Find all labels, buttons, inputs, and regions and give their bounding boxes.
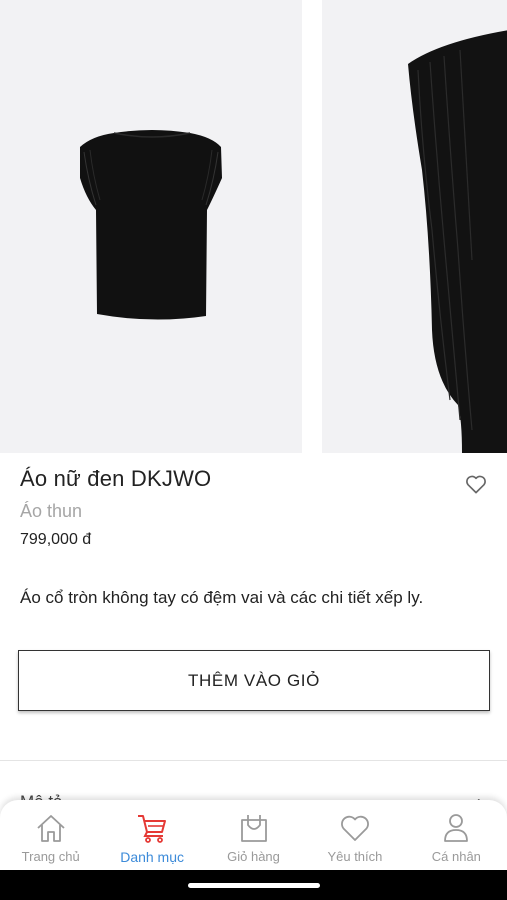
product-image-gallery[interactable] bbox=[0, 0, 507, 453]
product-photo-front[interactable] bbox=[0, 0, 302, 453]
product-price: 799,000 đ bbox=[20, 531, 92, 548]
tab-favorites[interactable]: Yêu thích bbox=[304, 800, 405, 870]
section-divider bbox=[0, 760, 507, 761]
product-title: Áo nữ đen DKJWO bbox=[20, 466, 212, 491]
favorite-button[interactable] bbox=[463, 472, 489, 496]
shopping-bag-icon bbox=[240, 815, 267, 842]
product-category: Áo thun bbox=[20, 501, 83, 521]
black-top-closeup-image bbox=[408, 30, 507, 453]
product-description: Áo cổ tròn không tay có đệm vai và các c… bbox=[20, 588, 424, 607]
cart-icon bbox=[138, 815, 167, 843]
user-icon bbox=[444, 814, 469, 842]
add-to-cart-button[interactable]: THÊM VÀO GIỎ bbox=[18, 650, 490, 711]
bottom-tab-bar: Trang chủ Danh mục Giỏ hàng Yêu thích Cá… bbox=[0, 800, 507, 870]
tab-profile[interactable]: Cá nhân bbox=[406, 800, 507, 870]
black-top-front-image bbox=[80, 130, 222, 320]
heart-icon bbox=[341, 815, 369, 841]
tab-home[interactable]: Trang chủ bbox=[0, 800, 101, 870]
tab-label-home: Trang chủ bbox=[21, 849, 80, 864]
tab-categories[interactable]: Danh mục bbox=[101, 800, 202, 870]
heart-outline-icon bbox=[466, 475, 486, 494]
tab-label-favorites: Yêu thích bbox=[327, 849, 383, 864]
system-home-bar bbox=[0, 870, 507, 900]
product-photo-detail[interactable] bbox=[322, 0, 507, 453]
home-icon bbox=[37, 815, 65, 842]
tab-label-profile: Cá nhân bbox=[431, 849, 481, 864]
tab-cart[interactable]: Giỏ hàng bbox=[203, 800, 304, 870]
tab-label-categories: Danh mục bbox=[120, 849, 185, 865]
home-indicator[interactable] bbox=[188, 883, 320, 888]
tab-label-cart: Giỏ hàng bbox=[227, 849, 280, 864]
